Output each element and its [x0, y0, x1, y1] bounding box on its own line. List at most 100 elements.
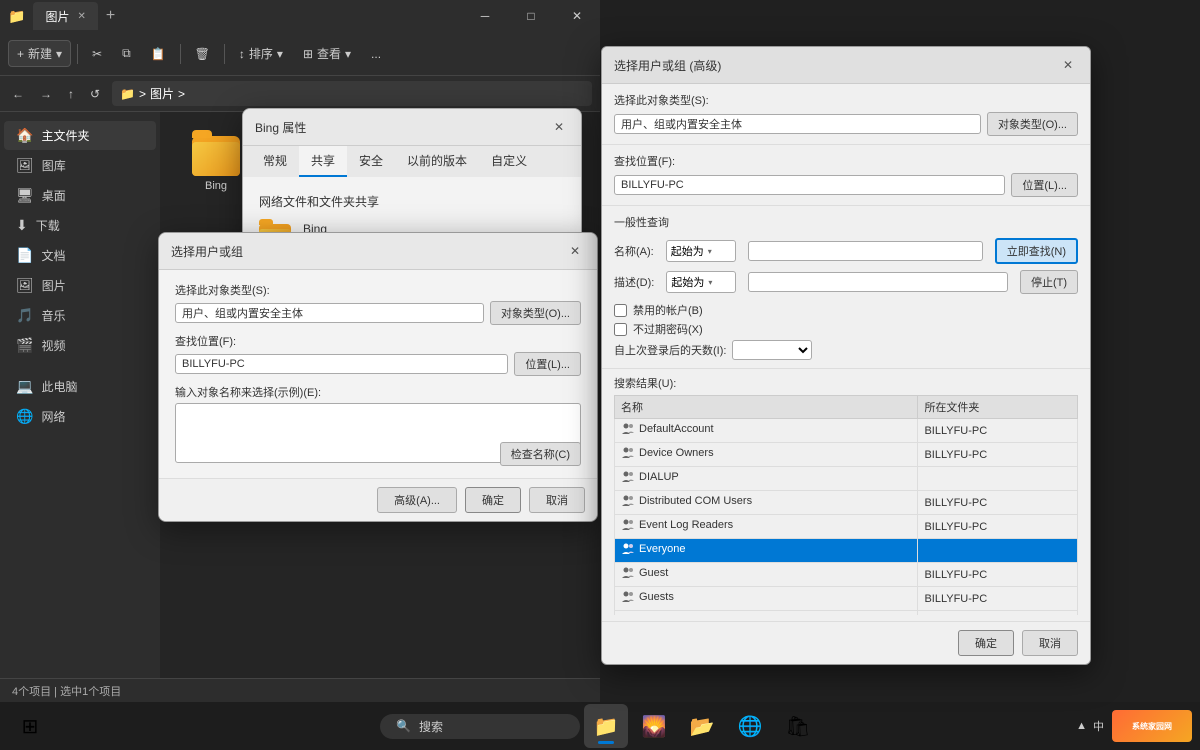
table-row[interactable]: Distributed COM Users BILLYFU-PC — [615, 491, 1078, 515]
select-user-dialog: 选择用户或组 ✕ 选择此对象类型(S): 对象类型(O)... 查找位置(F):… — [158, 232, 598, 522]
cut-button[interactable]: ✂ — [84, 43, 110, 65]
sidebar-item-videos[interactable]: 🎬 视频 — [4, 331, 156, 360]
taskbar-edge-btn[interactable]: 🌐 — [728, 704, 772, 748]
advanced-dialog-title: 选择用户或组 (高级) — [614, 57, 721, 74]
taskbar-explorer-btn[interactable]: 📁 — [584, 704, 628, 748]
name-query-input[interactable] — [748, 241, 983, 261]
name-query-row: 名称(A): 起始为 ▾ 立即查找(N) — [614, 238, 1078, 264]
adv-select-type-input[interactable] — [614, 114, 981, 134]
view-button[interactable]: ⊞ 查看 ▾ — [295, 41, 359, 66]
forward-button[interactable]: → — [36, 85, 56, 103]
path-segment: 图片 — [150, 85, 174, 102]
name-starts-with-select[interactable]: 起始为 ▾ — [666, 240, 736, 262]
search-now-button[interactable]: 立即查找(N) — [995, 238, 1078, 264]
result-location: BILLYFU-PC — [918, 587, 1078, 611]
cancel-button[interactable]: 取消 — [529, 487, 585, 513]
taskbar-start: ⊞ — [8, 704, 52, 748]
ok-button[interactable]: 确定 — [465, 487, 521, 513]
table-row[interactable]: DIALUP — [615, 467, 1078, 491]
adv-location-button[interactable]: 位置(L)... — [1011, 173, 1078, 197]
no-expiry-checkbox[interactable] — [614, 323, 627, 336]
check-names-button[interactable]: 检查名称(C) — [500, 442, 581, 466]
sidebar-item-downloads[interactable]: ⬇ 下载 — [4, 211, 156, 240]
adv-find-location-section: 查找位置(F): 位置(L)... — [602, 145, 1090, 206]
user-group-icon — [621, 446, 635, 460]
toolbar-separator — [77, 44, 78, 64]
stop-button[interactable]: 停止(T) — [1020, 270, 1078, 294]
up-button[interactable]: ↑ — [64, 85, 78, 103]
sidebar-item-documents[interactable]: 📄 文档 — [4, 241, 156, 270]
table-row[interactable]: Guest BILLYFU-PC — [615, 563, 1078, 587]
table-row[interactable]: Guests BILLYFU-PC — [615, 587, 1078, 611]
adv-cancel-button[interactable]: 取消 — [1022, 630, 1078, 656]
advanced-select-dialog: 选择用户或组 (高级) ✕ 选择此对象类型(S): 对象类型(O)... 查找位… — [601, 46, 1091, 665]
desc-starts-with-text: 起始为 — [671, 274, 704, 290]
adv-object-type-button[interactable]: 对象类型(O)... — [987, 112, 1078, 136]
new-tab-btn[interactable]: + — [106, 7, 115, 25]
table-row[interactable]: Everyone — [615, 539, 1078, 563]
back-button[interactable]: ← — [8, 85, 28, 103]
address-path[interactable]: 📁 > 图片 > — [112, 81, 592, 106]
table-row[interactable]: DefaultAccount BILLYFU-PC — [615, 419, 1078, 443]
copy-button[interactable]: ⧉ — [114, 42, 139, 65]
desc-starts-with-select[interactable]: 起始为 ▾ — [666, 271, 736, 293]
taskbar-nature-btn[interactable]: 🌄 — [632, 704, 676, 748]
select-user-close-btn[interactable]: ✕ — [565, 241, 585, 261]
sidebar-item-network[interactable]: 🌐 网络 — [4, 402, 156, 431]
more-button[interactable]: ... — [363, 43, 389, 65]
no-expiry-label: 不过期密码(X) — [633, 321, 703, 337]
tab-security[interactable]: 安全 — [347, 146, 395, 177]
sidebar-item-home[interactable]: 🏠 主文件夹 — [4, 121, 156, 150]
search-icon: 🔍 — [396, 719, 411, 733]
adv-ok-button[interactable]: 确定 — [958, 630, 1014, 656]
paste-button[interactable]: 📋 — [143, 43, 174, 65]
object-type-button[interactable]: 对象类型(O)... — [490, 301, 581, 325]
start-button[interactable]: ⊞ — [8, 704, 52, 748]
delete-button[interactable]: 🗑 — [187, 43, 218, 65]
tab-share[interactable]: 共享 — [299, 146, 347, 177]
sidebar-item-gallery[interactable]: 🖼 图库 — [4, 151, 156, 180]
days-since-select[interactable] — [732, 340, 812, 360]
taskbar-files-btn[interactable]: 📂 — [680, 704, 724, 748]
bing-dialog-close-btn[interactable]: ✕ — [549, 117, 569, 137]
tab-general[interactable]: 常规 — [251, 146, 299, 177]
sidebar-item-pictures[interactable]: 🖼 图片 — [4, 271, 156, 300]
minimize-btn[interactable]: ─ — [462, 0, 508, 32]
disabled-accounts-label: 禁用的帐户(B) — [633, 302, 703, 318]
sidebar-item-desktop[interactable]: 🖥 桌面 — [4, 181, 156, 210]
tab-close-btn[interactable]: ✕ — [77, 11, 85, 22]
table-row[interactable]: Hyper-V Administrators BILLYFU-PC — [615, 611, 1078, 616]
taskbar-center: 🔍 搜索 📁 🌄 📂 🌐 🛍 — [380, 704, 820, 748]
maximize-btn[interactable]: □ — [508, 0, 554, 32]
table-row[interactable]: Event Log Readers BILLYFU-PC — [615, 515, 1078, 539]
folder-icon-inline: 📁 — [120, 87, 135, 101]
find-location-input[interactable] — [175, 354, 508, 374]
new-button[interactable]: + 新建 ▾ — [8, 40, 71, 67]
advanced-button[interactable]: 高级(A)... — [377, 487, 457, 513]
taskbar-search-btn[interactable]: 🔍 搜索 — [380, 714, 580, 739]
taskbar-store-btn[interactable]: 🛍 — [776, 704, 820, 748]
sort-button[interactable]: ↕ 排序 ▾ — [231, 41, 291, 66]
close-btn[interactable]: ✕ — [554, 0, 600, 32]
tray-logo: 系统家园网 — [1112, 710, 1192, 742]
advanced-dialog-close-btn[interactable]: ✕ — [1058, 55, 1078, 75]
refresh-button[interactable]: ↺ — [86, 85, 104, 103]
desc-query-input[interactable] — [748, 272, 1008, 292]
results-scroll-area[interactable]: 名称 所在文件夹 Default — [614, 395, 1078, 615]
title-tab[interactable]: 图片 ✕ — [33, 2, 97, 30]
col-location-header: 所在文件夹 — [918, 396, 1078, 419]
disabled-accounts-checkbox[interactable] — [614, 304, 627, 317]
sidebar-item-music[interactable]: 🎵 音乐 — [4, 301, 156, 330]
adv-find-location-input[interactable] — [614, 175, 1005, 195]
sidebar-item-thispc[interactable]: 💻 此电脑 — [4, 372, 156, 401]
address-bar: ← → ↑ ↺ 📁 > 图片 > — [0, 76, 600, 112]
taskbar: ⊞ 🔍 搜索 📁 🌄 📂 🌐 🛍 ▲ 中 系统家园网 — [0, 702, 1200, 750]
select-type-label: 选择此对象类型(S): — [175, 282, 581, 298]
tab-customize[interactable]: 自定义 — [479, 146, 539, 177]
location-button[interactable]: 位置(L)... — [514, 352, 581, 376]
advanced-dialog-titlebar: 选择用户或组 (高级) ✕ — [602, 47, 1090, 84]
tab-previous-versions[interactable]: 以前的版本 — [395, 146, 479, 177]
tray-up-icon[interactable]: ▲ — [1076, 720, 1087, 732]
table-row[interactable]: Device Owners BILLYFU-PC — [615, 443, 1078, 467]
select-type-input[interactable] — [175, 303, 484, 323]
